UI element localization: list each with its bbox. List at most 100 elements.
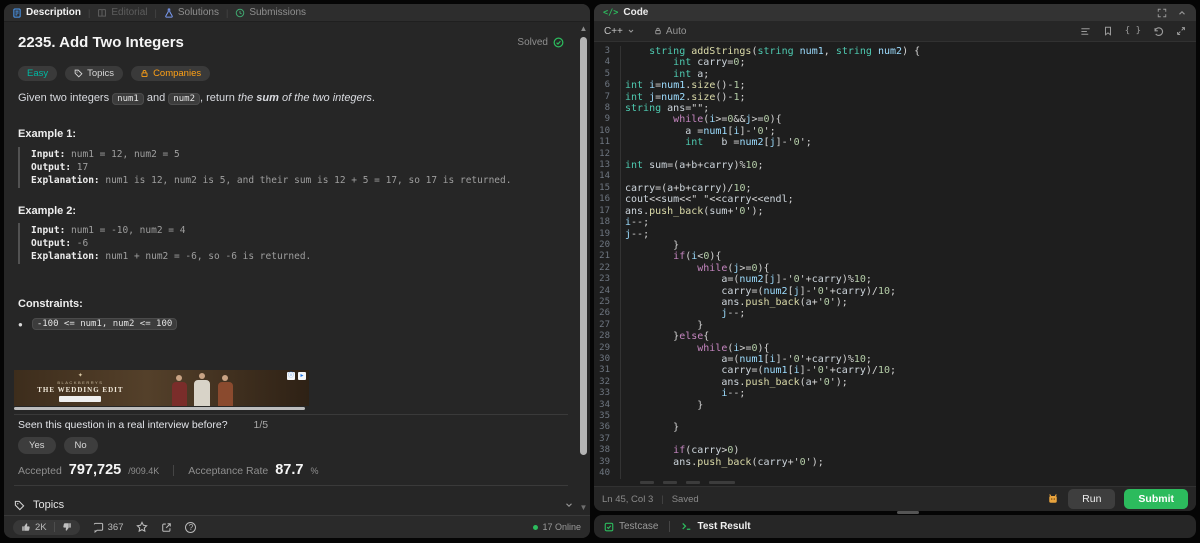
- code-line[interactable]: 18 i--;: [594, 217, 1196, 229]
- online-indicator: 17 Online: [533, 522, 581, 532]
- constraint-item: ● -100 <= num1, num2 <= 100: [18, 318, 564, 330]
- dislike-button[interactable]: [62, 522, 72, 532]
- panel-resize-handle[interactable]: [897, 511, 919, 514]
- code-line[interactable]: 6 int i=num1.size()-1;: [594, 80, 1196, 92]
- code-line[interactable]: 21 if(i<0){: [594, 251, 1196, 263]
- survey-yes-button[interactable]: Yes: [18, 437, 56, 454]
- code-line[interactable]: 24 carry=(num2[j]-'0'+carry)/10;: [594, 285, 1196, 297]
- accepted-label: Accepted: [18, 465, 62, 477]
- ad-info-icon[interactable]: ⓘ: [287, 372, 295, 380]
- survey-no-button[interactable]: No: [63, 437, 98, 454]
- code-line[interactable]: 16 cout<<sum<<" "<<carry<<endl;: [594, 194, 1196, 206]
- code-line[interactable]: 7 int j=num2.size()-1;: [594, 91, 1196, 104]
- acceptance-rate-unit: %: [310, 466, 319, 476]
- code-editor[interactable]: 3 string addStrings(string num1, string …: [594, 42, 1196, 486]
- example-2-block: Input: num1 = -10, num2 = 4 Output: -6 E…: [18, 223, 564, 264]
- undo-icon[interactable]: [1153, 26, 1164, 37]
- tab-description[interactable]: Description: [12, 7, 81, 18]
- code-line[interactable]: 19 j--;: [594, 228, 1196, 240]
- code-line[interactable]: 11 int b =num2[j]-'0';: [594, 137, 1196, 149]
- code-line[interactable]: 31 carry=(num1[i]-'0'+carry)/10;: [594, 365, 1196, 377]
- code-line[interactable]: 32 ans.push_back(a+'0');: [594, 376, 1196, 389]
- code-line[interactable]: 4 int carry=0;: [594, 57, 1196, 69]
- ad-figure: [194, 380, 210, 406]
- accepted-total: /909.4K: [128, 466, 160, 476]
- ad-choices-icon[interactable]: ▸: [298, 372, 306, 380]
- save-status: Saved: [671, 493, 699, 505]
- bookmark-icon[interactable]: [1103, 26, 1113, 36]
- code-line[interactable]: 17 ans.push_back(sum+'0');: [594, 205, 1196, 218]
- difficulty-badge[interactable]: Easy: [18, 66, 58, 81]
- code-line[interactable]: 26 j--;: [594, 308, 1196, 320]
- chevron-down-icon[interactable]: [564, 500, 574, 510]
- code-line[interactable]: 3 string addStrings(string num1, string …: [594, 46, 1196, 58]
- expand-icon[interactable]: [1176, 26, 1186, 36]
- code-panel-header: </> Code: [594, 4, 1196, 21]
- tab-editorial[interactable]: Editorial: [97, 7, 148, 18]
- braces-icon[interactable]: { }: [1125, 26, 1141, 36]
- companies-badge[interactable]: Companies: [131, 66, 211, 81]
- acceptance-rate-value: 87.7: [275, 462, 304, 478]
- interview-survey: Seen this question in a real interview b…: [18, 419, 564, 431]
- topics-badge[interactable]: Topics: [65, 66, 124, 81]
- code-line[interactable]: 34 }: [594, 399, 1196, 411]
- help-button[interactable]: ?: [185, 521, 197, 533]
- code-line[interactable]: 13 int sum=(a+b+carry)%10;: [594, 160, 1196, 172]
- tab-submissions[interactable]: Submissions: [235, 7, 306, 18]
- test-result-tab[interactable]: Test Result: [681, 521, 751, 532]
- code-line[interactable]: 23 a=(num2[j]-'0'+carry)%10;: [594, 274, 1196, 286]
- solved-status: Solved: [517, 37, 564, 48]
- left-scrollbar[interactable]: ▲ ▼: [579, 24, 588, 512]
- debug-icon[interactable]: [1047, 493, 1059, 505]
- code-line[interactable]: 9 while(i>=0&&j>=0){: [594, 114, 1196, 126]
- code-line[interactable]: 38 if(carry>0): [594, 445, 1196, 457]
- scroll-up-arrow[interactable]: ▲: [579, 24, 588, 33]
- scroll-down-arrow[interactable]: ▼: [579, 503, 588, 512]
- tab-solutions[interactable]: Solutions: [164, 7, 219, 18]
- question-icon: ?: [185, 521, 197, 533]
- code-line[interactable]: 20 }: [594, 239, 1196, 252]
- code-line[interactable]: 29 while(i>=0){: [594, 342, 1196, 354]
- code-line[interactable]: 40: [594, 468, 1196, 480]
- code-line[interactable]: 30 a=(num1[i]-'0'+carry)%10;: [594, 353, 1196, 366]
- favorite-button[interactable]: [136, 521, 149, 533]
- code-line[interactable]: 12: [594, 148, 1196, 161]
- auto-toggle[interactable]: Auto: [654, 26, 686, 37]
- problem-tabbar: Description | Editorial | Solutions | Su…: [4, 4, 590, 22]
- ad-figure-head: [176, 375, 182, 381]
- run-button[interactable]: Run: [1068, 489, 1116, 509]
- ad-cta-button[interactable]: [59, 396, 102, 402]
- code-line[interactable]: 27 }: [594, 319, 1196, 332]
- tag-icon: [74, 69, 83, 78]
- code-line[interactable]: 36 }: [594, 422, 1196, 434]
- terminal-icon: [682, 522, 691, 530]
- code-line[interactable]: 35: [594, 411, 1196, 423]
- submit-button[interactable]: Submit: [1124, 489, 1188, 509]
- share-icon: [162, 522, 172, 532]
- code-line[interactable]: 39 ans.push_back(carry+'0');: [594, 456, 1196, 469]
- code-line[interactable]: 5 int a;: [594, 68, 1196, 81]
- like-button[interactable]: 2K: [21, 522, 47, 533]
- fullscreen-icon[interactable]: [1157, 8, 1167, 18]
- format-lines-icon[interactable]: [1080, 26, 1091, 37]
- code-line[interactable]: 8 string ans="";: [594, 103, 1196, 115]
- share-button[interactable]: [161, 522, 172, 533]
- collapse-chevron-icon[interactable]: [1177, 8, 1187, 18]
- comments-button[interactable]: 367: [93, 522, 123, 533]
- code-line[interactable]: 25 ans.push_back(a+'0');: [594, 296, 1196, 309]
- checkbox-icon: [604, 522, 614, 531]
- code-line[interactable]: 15 carry=(a+b+carry)/10;: [594, 182, 1196, 195]
- code-line[interactable]: 37: [594, 433, 1196, 446]
- scrollbar-thumb[interactable]: [580, 37, 587, 455]
- testcase-tab[interactable]: Testcase: [604, 521, 658, 532]
- ad-banner[interactable]: ✦ BLACKBERRYS THE WEDDING EDIT ⓘ ▸: [14, 370, 309, 406]
- code-line[interactable]: 14: [594, 171, 1196, 183]
- acceptance-rate-label: Acceptance Rate: [188, 465, 269, 477]
- code-line[interactable]: 10 a =num1[i]-'0';: [594, 125, 1196, 138]
- language-selector[interactable]: C++: [604, 26, 635, 37]
- code-line[interactable]: 33 i--;: [594, 388, 1196, 400]
- problem-statement: Given two integers num1 and num2, return…: [18, 92, 375, 105]
- topics-section-toggle[interactable]: Topics: [14, 492, 574, 511]
- code-line[interactable]: 28 }else{: [594, 331, 1196, 343]
- code-line[interactable]: 22 while(j>=0){: [594, 262, 1196, 275]
